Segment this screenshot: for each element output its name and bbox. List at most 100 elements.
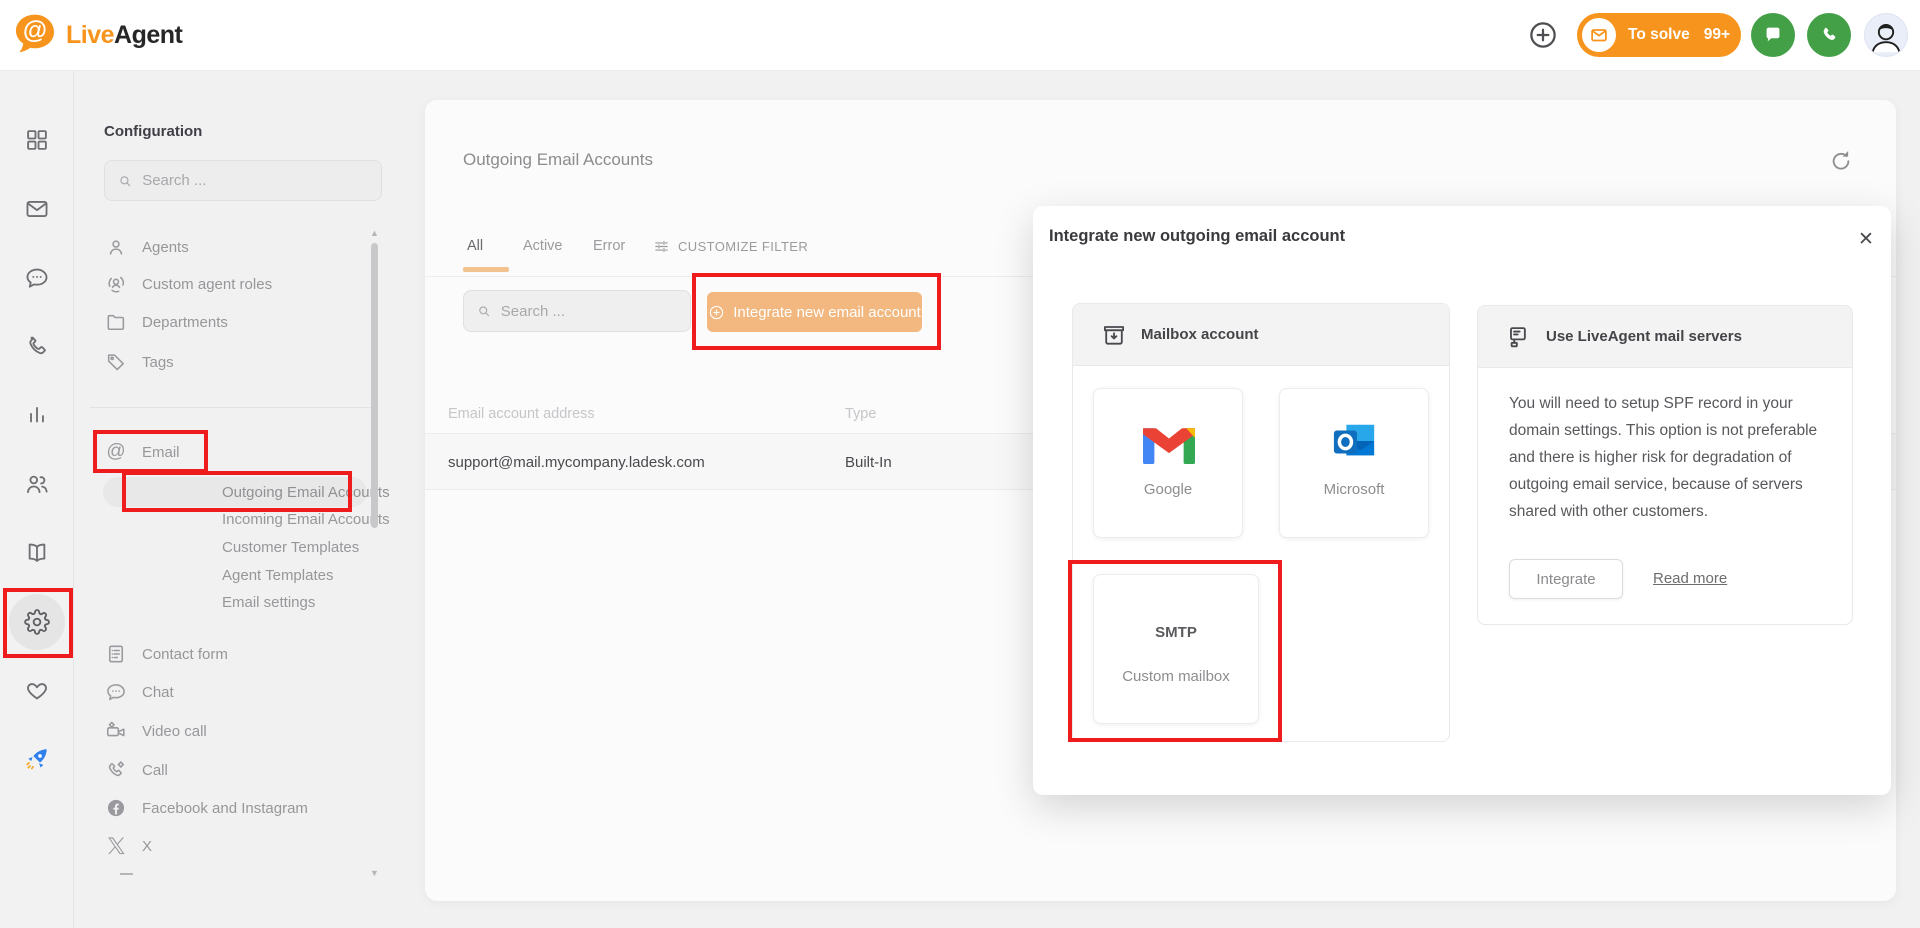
x-logo-icon xyxy=(104,834,128,858)
mailbox-account-header: Mailbox account xyxy=(1073,304,1449,366)
sidebar-item-improve[interactable] xyxy=(24,677,50,703)
config-item-video-call[interactable]: Video call xyxy=(104,716,207,746)
microsoft-option-card[interactable]: Microsoft xyxy=(1279,388,1429,538)
sidebar-item-tickets[interactable] xyxy=(24,196,50,222)
close-icon: ✕ xyxy=(1858,228,1874,251)
config-subitem-email-settings[interactable]: Email settings xyxy=(222,587,315,617)
sidebar-item-knowledge-base[interactable] xyxy=(24,540,50,566)
agent-roles-icon xyxy=(104,272,128,296)
table-search xyxy=(463,290,691,332)
open-book-icon xyxy=(24,540,50,566)
section-title: Mailbox account xyxy=(1141,326,1259,343)
smtp-option-card[interactable]: SMTP Custom mailbox xyxy=(1093,574,1259,724)
config-item-x[interactable]: X xyxy=(104,831,152,861)
config-scrollbar-thumb[interactable] xyxy=(371,243,378,528)
config-subitem-agent-templates[interactable]: Agent Templates xyxy=(222,560,333,590)
scroll-up-arrow[interactable]: ▲ xyxy=(370,229,379,238)
avatar-person-icon xyxy=(1865,13,1907,57)
facebook-icon xyxy=(104,796,128,820)
people-icon xyxy=(24,471,50,497)
sidebar-item-dashboard[interactable] xyxy=(24,127,50,153)
call-settings-icon xyxy=(104,758,128,782)
tab-active[interactable]: Active xyxy=(523,230,563,262)
liveagent-logo: @ LiveAgent xyxy=(12,12,182,58)
integrate-email-modal: Integrate new outgoing email account ✕ M… xyxy=(1033,206,1891,795)
sidebar-item-chats[interactable] xyxy=(24,265,50,291)
table-search-input[interactable] xyxy=(501,303,678,320)
dashboard-icon xyxy=(24,127,50,153)
config-item-agents[interactable]: Agents xyxy=(104,232,189,262)
video-call-icon xyxy=(104,719,128,743)
config-item-email[interactable]: @ Email xyxy=(104,437,180,467)
config-item-label: Chat xyxy=(142,684,174,701)
config-subitem-outgoing-email-accounts[interactable]: Outgoing Email Accounts xyxy=(222,477,390,507)
partial-next-item-icon xyxy=(120,873,133,875)
mail-icon xyxy=(24,196,50,222)
gear-icon xyxy=(24,609,50,635)
option-label: Google xyxy=(1094,481,1242,498)
heart-icon xyxy=(24,677,50,703)
sidebar-item-reports[interactable] xyxy=(24,402,50,428)
customize-filter-button[interactable]: CUSTOMIZE FILTER xyxy=(653,230,808,262)
search-icon xyxy=(476,302,492,320)
integrate-button[interactable]: Integrate xyxy=(1509,559,1623,599)
mailbox-download-icon xyxy=(1101,322,1127,348)
to-solve-badge[interactable]: To solve 99+ xyxy=(1577,13,1741,57)
modal-title: Integrate new outgoing email account xyxy=(1049,227,1345,246)
config-item-tags[interactable]: Tags xyxy=(104,347,174,377)
outlook-logo-icon xyxy=(1332,421,1378,463)
tab-error[interactable]: Error xyxy=(593,230,625,262)
active-tab-underline xyxy=(463,267,509,272)
scroll-down-arrow[interactable]: ▼ xyxy=(370,869,379,878)
config-subitem-customer-templates[interactable]: Customer Templates xyxy=(222,532,359,562)
config-item-label: Departments xyxy=(142,314,228,331)
column-header-type[interactable]: Type xyxy=(845,395,876,433)
agent-icon xyxy=(104,235,128,259)
at-sign-icon: @ xyxy=(104,440,128,464)
search-icon xyxy=(117,172,133,190)
to-solve-label: To solve xyxy=(1628,26,1690,44)
config-item-departments[interactable]: Departments xyxy=(104,307,228,337)
chat-icon xyxy=(104,680,128,704)
option-label: SMTP xyxy=(1094,624,1258,641)
mailbox-account-section: Mailbox account Google Microsoft SMTP xyxy=(1072,303,1450,742)
gmail-logo-icon xyxy=(1143,425,1195,464)
column-header-email-address[interactable]: Email account address xyxy=(448,395,595,433)
config-item-label: Tags xyxy=(142,354,174,371)
google-option-card[interactable]: Google xyxy=(1093,388,1243,538)
phone-icon xyxy=(1818,24,1840,46)
config-item-label: Contact form xyxy=(142,646,228,663)
config-item-chat[interactable]: Chat xyxy=(104,677,174,707)
divider xyxy=(90,407,378,408)
contact-form-icon xyxy=(104,642,128,666)
config-item-label: Video call xyxy=(142,723,207,740)
panel-title: Configuration xyxy=(104,123,202,140)
liveagent-servers-header: Use LiveAgent mail servers xyxy=(1478,306,1852,368)
chat-status-button[interactable] xyxy=(1751,13,1795,57)
configuration-panel: Configuration Agents Custom agent roles … xyxy=(74,71,426,928)
add-new-button[interactable] xyxy=(1528,20,1558,50)
page-title: Outgoing Email Accounts xyxy=(463,150,653,170)
bar-chart-icon xyxy=(24,402,50,428)
config-item-contact-form[interactable]: Contact form xyxy=(104,639,228,669)
sidebar-item-calls[interactable] xyxy=(24,334,50,360)
refresh-icon xyxy=(1828,148,1854,174)
close-button[interactable]: ✕ xyxy=(1851,224,1881,254)
config-item-facebook-instagram[interactable]: Facebook and Instagram xyxy=(104,793,308,823)
sidebar-item-configuration[interactable] xyxy=(24,609,50,635)
user-avatar[interactable] xyxy=(1864,13,1908,57)
refresh-button[interactable] xyxy=(1828,148,1854,174)
call-status-button[interactable] xyxy=(1807,13,1851,57)
sidebar-item-getting-started[interactable] xyxy=(24,746,50,772)
svg-text:@: @ xyxy=(23,18,47,45)
integrate-new-email-account-button[interactable]: Integrate new email account xyxy=(707,292,922,332)
config-subitem-incoming-email-accounts[interactable]: Incoming Email Accounts xyxy=(222,504,390,534)
config-search-input[interactable] xyxy=(142,172,369,189)
sidebar-item-customers[interactable] xyxy=(24,471,50,497)
tab-all[interactable]: All xyxy=(467,230,483,262)
plus-circle-icon xyxy=(708,304,725,321)
config-item-custom-agent-roles[interactable]: Custom agent roles xyxy=(104,269,272,299)
read-more-link[interactable]: Read more xyxy=(1653,570,1727,587)
config-item-call[interactable]: Call xyxy=(104,755,168,785)
config-item-label: Email xyxy=(142,444,180,461)
